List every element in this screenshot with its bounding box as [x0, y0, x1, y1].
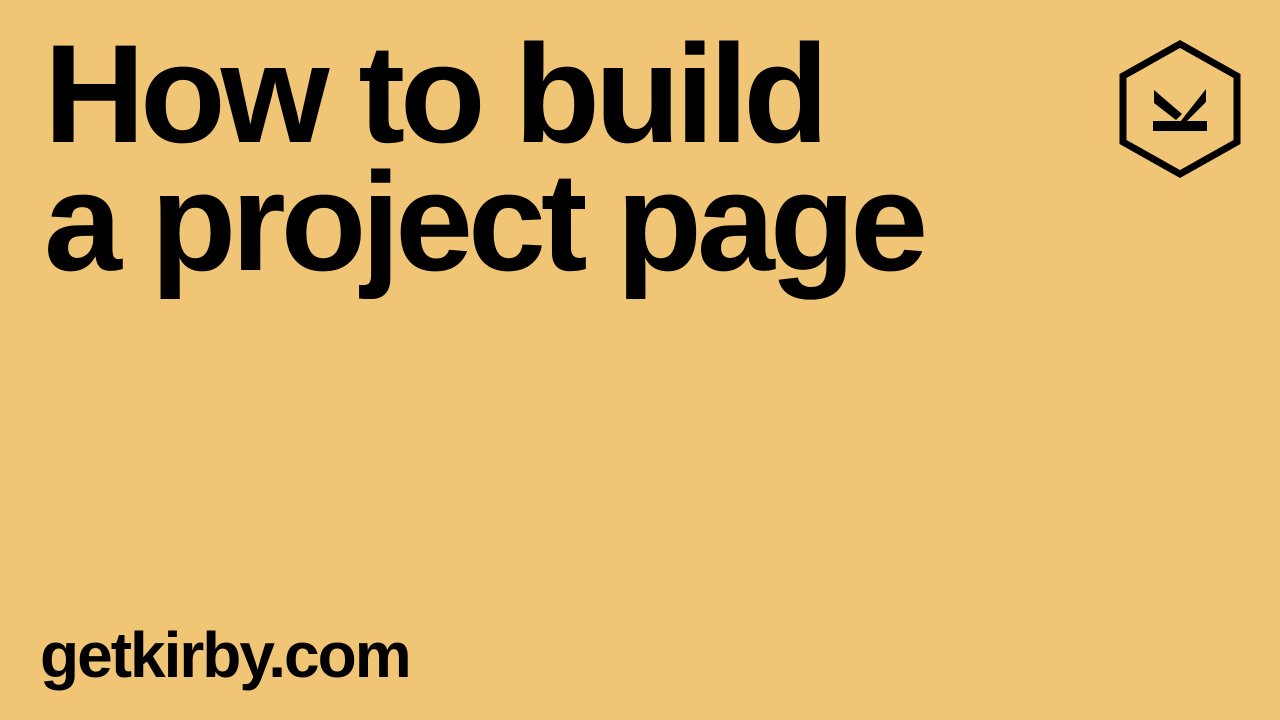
k-letter-icon — [1153, 89, 1207, 131]
site-url: getkirby.com — [40, 619, 412, 691]
kirby-logo-icon — [1118, 39, 1242, 179]
title-line-1: How to build — [44, 15, 829, 172]
title-line-2: a project page — [44, 143, 928, 300]
slide: { "title": { "line1": "How to build", "l… — [0, 0, 1280, 720]
hexagon-icon — [1119, 39, 1241, 179]
slide-title: How to build a project page — [44, 15, 928, 300]
